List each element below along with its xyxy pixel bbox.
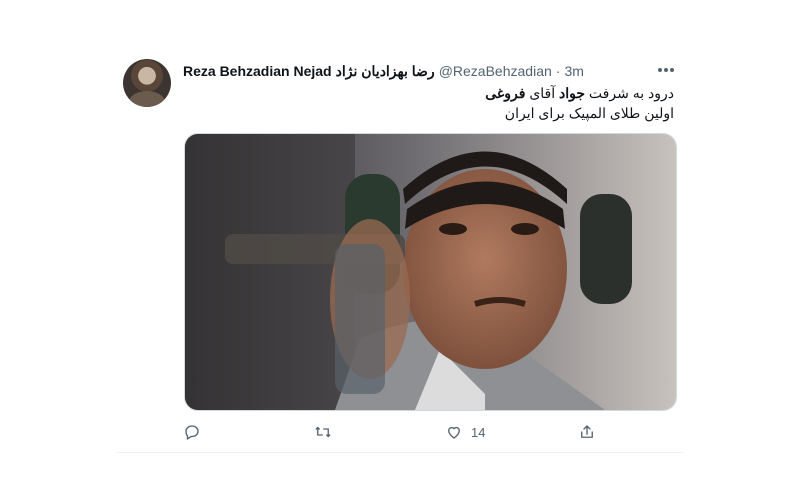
author-name-persian[interactable]: رضا بهزادیان نژاد: [336, 63, 435, 80]
reply-action[interactable]: [183, 421, 201, 443]
share-action[interactable]: [578, 421, 596, 443]
like-count: 14: [471, 424, 486, 440]
tweet-text-line-1: درود به شرفت جواد آقای فروغی: [194, 83, 674, 103]
avatar[interactable]: [123, 59, 171, 107]
tweet-text: درود به شرفت جواد آقای فروغی اولین طلای …: [194, 83, 674, 123]
more-options-icon[interactable]: [655, 62, 677, 78]
like-action[interactable]: 14: [445, 421, 485, 443]
heart-icon[interactable]: [445, 423, 463, 441]
reply-icon[interactable]: [183, 423, 201, 441]
tweet-photo[interactable]: [184, 133, 677, 411]
share-icon[interactable]: [578, 423, 596, 441]
tweet-time[interactable]: 3m: [564, 63, 583, 79]
tweet-header: Reza Behzadian Nejad رضا بهزادیان نژاد @…: [183, 61, 584, 81]
text-prefix: درود به شرفت: [588, 85, 674, 101]
author-name[interactable]: Reza Behzadian Nejad: [183, 63, 332, 79]
text-bold-last: فروغی: [485, 85, 526, 101]
author-handle[interactable]: @RezaBehzadian: [439, 63, 552, 79]
avatar-figure: [129, 91, 165, 107]
tweet-actions: 14: [183, 421, 603, 443]
retweet-action[interactable]: [313, 421, 333, 443]
separator-dot: ·: [555, 63, 561, 79]
retweet-icon[interactable]: [313, 423, 333, 441]
divider: [116, 452, 684, 453]
tweet-text-line-2: اولین طلای المپیک برای ایران: [504, 105, 674, 121]
tweet-card: Reza Behzadian Nejad رضا بهزادیان نژاد @…: [0, 0, 800, 504]
text-mid: آقای: [529, 85, 556, 101]
text-bold-first: جواد: [559, 85, 586, 101]
